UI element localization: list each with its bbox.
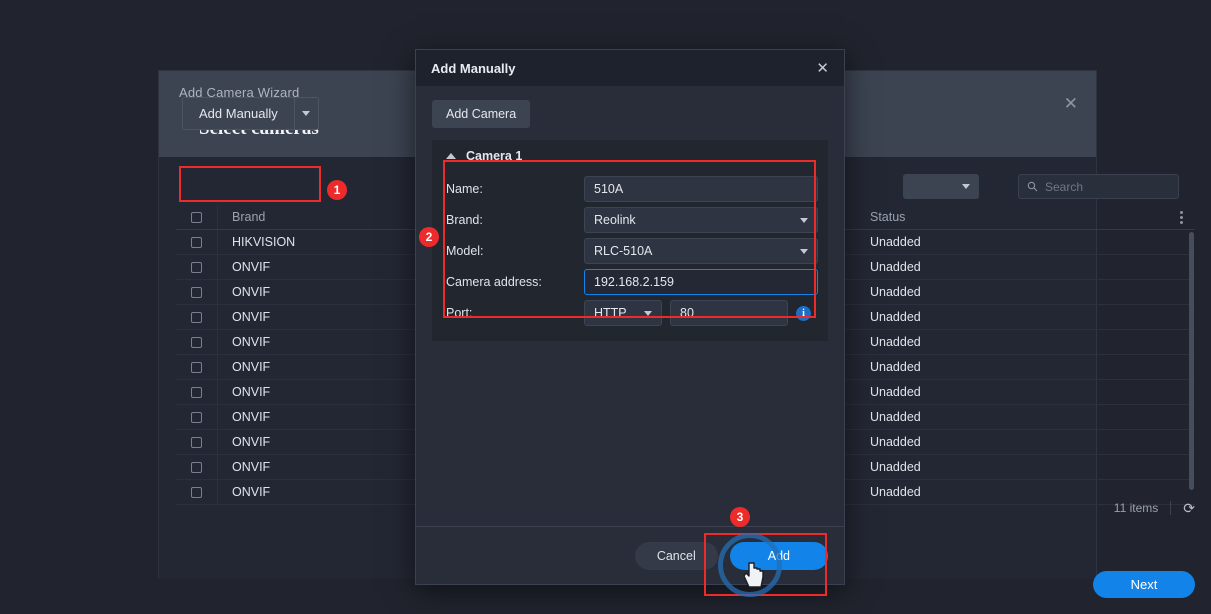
row-select-cell[interactable] — [176, 430, 218, 454]
field-row-model: Model: RLC-510A — [442, 238, 818, 264]
row-select-cell[interactable] — [176, 305, 218, 329]
row-select-cell[interactable] — [176, 455, 218, 479]
row-checkbox[interactable] — [191, 236, 202, 248]
search-input[interactable]: Search — [1018, 174, 1179, 199]
cell-status: Unadded — [870, 335, 921, 349]
table-scrollbar[interactable] — [1189, 232, 1194, 490]
annotation-badge-3: 3 — [730, 507, 750, 527]
cancel-button[interactable]: Cancel — [634, 541, 718, 570]
item-count: 11 items — [1113, 501, 1159, 515]
cell-status: Unadded — [870, 435, 921, 449]
chevron-up-icon — [446, 153, 456, 159]
refresh-icon[interactable]: ⟳ — [1183, 500, 1195, 517]
name-field[interactable] — [584, 176, 818, 202]
row-checkbox[interactable] — [191, 411, 202, 423]
screen-root: Add Camera Wizard Select cameras ✕ Add M… — [0, 0, 1211, 614]
add-manually-dropdown-toggle[interactable] — [293, 98, 318, 129]
add-button[interactable]: Add — [729, 541, 828, 570]
select-all-cell[interactable] — [176, 205, 218, 229]
cell-status: Unadded — [870, 260, 921, 274]
cell-status: Unadded — [870, 285, 921, 299]
add-manually-split-button[interactable]: Add Manually — [182, 97, 319, 130]
row-checkbox[interactable] — [191, 286, 202, 298]
model-select[interactable]: RLC-510A — [584, 238, 818, 264]
name-label: Name: — [446, 182, 483, 196]
divider — [1170, 501, 1172, 515]
brand-value: Reolink — [594, 213, 636, 227]
row-checkbox[interactable] — [191, 386, 202, 398]
row-select-cell[interactable] — [176, 380, 218, 404]
cell-status: Unadded — [870, 385, 921, 399]
row-select-cell[interactable] — [176, 230, 218, 254]
port-protocol-value: HTTP — [594, 306, 627, 320]
brand-label: Brand: — [446, 213, 483, 227]
tab-add-camera[interactable]: Add Camera — [432, 100, 531, 128]
row-checkbox[interactable] — [191, 261, 202, 273]
port-number-field[interactable] — [670, 300, 788, 326]
camera-address-field[interactable] — [584, 269, 818, 295]
info-icon[interactable]: i — [796, 305, 811, 321]
row-select-cell[interactable] — [176, 330, 218, 354]
row-checkbox[interactable] — [191, 311, 202, 323]
search-icon — [1027, 181, 1038, 192]
port-label: Port: — [446, 306, 473, 320]
close-icon[interactable]: ✕ — [816, 61, 829, 76]
camera-fields: Name: Brand: Reolink Model: — [432, 172, 828, 341]
row-checkbox[interactable] — [191, 461, 202, 473]
row-checkbox[interactable] — [191, 336, 202, 348]
dot — [1179, 215, 1183, 219]
column-header-status[interactable]: Status — [858, 210, 1167, 224]
cell-status: Unadded — [870, 310, 921, 324]
annotation-badge-1: 1 — [327, 180, 347, 200]
chevron-down-icon — [644, 310, 652, 316]
model-label: Model: — [446, 244, 484, 258]
field-row-port: Port: HTTP i — [442, 300, 818, 326]
chevron-down-icon — [302, 111, 311, 116]
port-protocol-select[interactable]: HTTP — [584, 300, 662, 326]
camera-address-label: Camera address: — [446, 275, 542, 289]
dot — [1179, 220, 1183, 224]
filter-dropdown[interactable] — [903, 174, 979, 199]
model-value: RLC-510A — [594, 244, 653, 258]
modal-body: Add Camera Camera 1 Name: Brand: — [416, 86, 844, 341]
camera-1-label: Camera 1 — [466, 149, 523, 163]
search-placeholder: Search — [1045, 179, 1084, 194]
dot — [1179, 210, 1183, 214]
camera-1-panel: Camera 1 Name: Brand: Reolink — [432, 140, 828, 341]
close-icon[interactable]: ✕ — [1064, 95, 1078, 112]
add-manually-modal: Add Manually ✕ Add Camera Camera 1 Name:… — [415, 49, 845, 585]
cell-status: Unadded — [870, 410, 921, 424]
row-select-cell[interactable] — [176, 280, 218, 304]
modal-header: Add Manually ✕ — [416, 50, 844, 86]
chevron-down-icon — [800, 248, 808, 254]
modal-title: Add Manually — [431, 60, 516, 76]
field-row-brand: Brand: Reolink — [442, 207, 818, 233]
field-row-address: Camera address: — [442, 269, 818, 295]
chevron-down-icon — [800, 217, 808, 223]
cell-status: Unadded — [870, 360, 921, 374]
annotation-badge-2: 2 — [419, 227, 439, 247]
camera-1-collapse-toggle[interactable]: Camera 1 — [432, 140, 828, 172]
chevron-down-icon — [962, 184, 970, 189]
cell-status: Unadded — [870, 460, 921, 474]
row-checkbox[interactable] — [191, 361, 202, 373]
row-select-cell[interactable] — [176, 355, 218, 379]
row-select-cell[interactable] — [176, 255, 218, 279]
add-manually-button[interactable]: Add Manually — [183, 98, 294, 129]
column-options-icon[interactable] — [1167, 210, 1195, 224]
select-all-checkbox[interactable] — [191, 211, 202, 223]
field-row-name: Name: — [442, 176, 818, 202]
next-button[interactable]: Next — [1093, 571, 1195, 598]
brand-select[interactable]: Reolink — [584, 207, 818, 233]
modal-footer: Cancel Add — [416, 526, 844, 584]
row-select-cell[interactable] — [176, 405, 218, 429]
row-checkbox[interactable] — [191, 436, 202, 448]
cell-status: Unadded — [870, 235, 921, 249]
